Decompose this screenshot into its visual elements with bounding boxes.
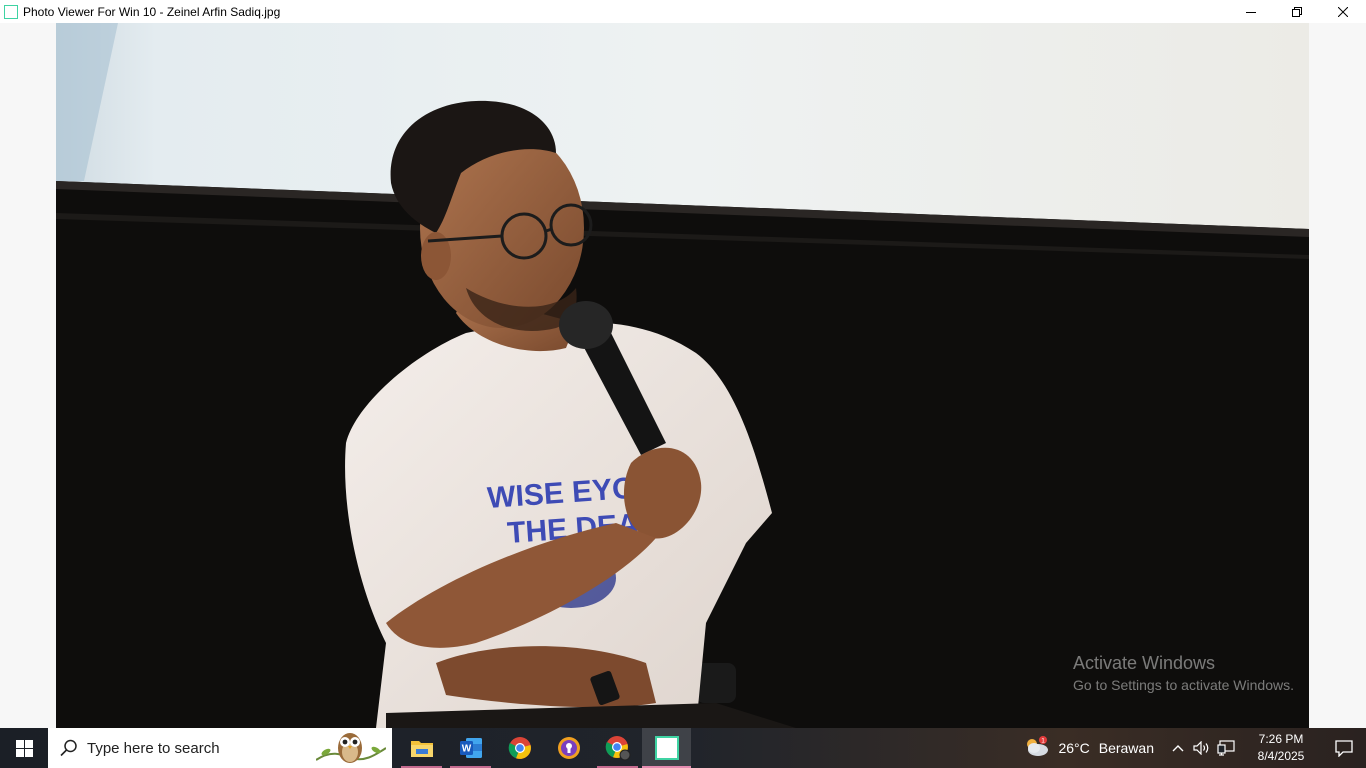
taskbar: Type here to search W 1 26°C Berawan 7:2… (0, 728, 1366, 768)
search-placeholder: Type here to search (87, 739, 220, 757)
weather-temperature: 26°C (1058, 740, 1090, 756)
network-ethernet-icon (1217, 740, 1235, 756)
taskbar-clock[interactable]: 7:26 PM 8/4/2025 (1244, 731, 1318, 765)
network-button[interactable] (1214, 728, 1238, 768)
file-explorer-icon (410, 741, 433, 757)
taskbar-photo-viewer[interactable] (642, 728, 691, 768)
windows-logo-icon (15, 739, 33, 757)
minimize-button[interactable] (1228, 0, 1274, 23)
photo-display[interactable]: WISE EYON THE DEAM (56, 23, 1309, 728)
word-icon: W (459, 738, 482, 758)
speaker-icon (1193, 741, 1209, 755)
weather-condition: Berawan (1098, 740, 1154, 756)
weather-widget[interactable]: 1 26°C Berawan (1024, 735, 1154, 761)
restore-icon (1292, 6, 1302, 17)
title-bar[interactable]: Photo Viewer For Win 10 - Zeinel Arfin S… (0, 0, 1366, 23)
clock-time: 7:26 PM (1258, 732, 1304, 746)
owl-search-highlight-icon (316, 733, 386, 763)
activate-windows-watermark: Activate Windows Go to Settings to activ… (1073, 652, 1294, 695)
photo-image: WISE EYON THE DEAM (56, 23, 1309, 728)
activate-title: Activate Windows (1073, 653, 1216, 673)
volume-button[interactable] (1190, 728, 1214, 768)
search-icon (60, 739, 77, 757)
close-button[interactable] (1320, 0, 1366, 23)
taskbar-search-box[interactable]: Type here to search (48, 728, 392, 768)
restore-button[interactable] (1274, 0, 1320, 23)
photo-viewer-icon (654, 736, 679, 760)
photo-viewer-window: Photo Viewer For Win 10 - Zeinel Arfin S… (0, 0, 1366, 728)
taskbar-chrome[interactable] (495, 728, 544, 768)
taskbar-apps: W (397, 728, 691, 768)
clock-date: 8/4/2025 (1257, 749, 1305, 763)
app-icon (4, 4, 18, 19)
taskbar-file-explorer[interactable] (397, 728, 446, 768)
weather-badge: 1 (1042, 737, 1046, 744)
window-controls (1228, 0, 1366, 23)
weather-cloudy-icon: 1 (1024, 735, 1050, 761)
minimize-icon (1246, 11, 1256, 13)
show-hidden-icons-button[interactable] (1166, 728, 1190, 768)
chrome-icon (508, 737, 531, 759)
taskbar-word[interactable]: W (446, 728, 495, 768)
start-button[interactable] (0, 728, 48, 768)
chrome-profile-icon (605, 736, 630, 761)
activate-subtitle: Go to Settings to activate Windows. (1073, 677, 1294, 693)
chevron-up-icon (1172, 745, 1184, 752)
browser-icon (557, 737, 580, 759)
system-tray: 1 26°C Berawan 7:26 PM 8/4/2025 (1024, 728, 1366, 768)
close-icon (1338, 6, 1348, 17)
notification-icon (1335, 739, 1353, 757)
action-center-button[interactable] (1322, 728, 1366, 768)
window-title: Photo Viewer For Win 10 - Zeinel Arfin S… (23, 4, 281, 19)
svg-text:W: W (461, 744, 471, 755)
taskbar-chrome-profile[interactable] (593, 728, 642, 768)
taskbar-browser[interactable] (544, 728, 593, 768)
